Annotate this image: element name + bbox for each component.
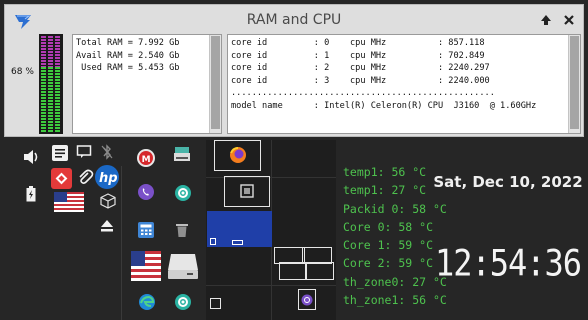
cpu-info-scrollbar[interactable] (568, 35, 580, 133)
ram-info-textbox[interactable]: Total RAM = 7.992 Gb Avail RAM = 2.540 Gb… (72, 34, 222, 134)
package-box-icon[interactable] (100, 193, 116, 209)
eject-icon[interactable] (100, 220, 114, 232)
gmail-icon[interactable]: M (137, 149, 155, 167)
scroll-thumb[interactable] (570, 36, 579, 129)
ram-info-text: Total RAM = 7.992 Gb Avail RAM = 2.540 Gb… (76, 37, 179, 75)
sensor-readings: temp1: 56 °C temp1: 27 °C Packid 0: 58 °C C… (343, 163, 447, 309)
cpu-info-line: core id : 1 cpu MHz : 702.849 (231, 50, 485, 61)
pager-active-workspace[interactable] (207, 211, 272, 247)
pager-window-ramcpu[interactable] (224, 176, 270, 207)
cpu-info-line: core id : 2 cpu MHz : 2240.297 (231, 63, 490, 73)
pager-mini-window (210, 238, 216, 245)
date-label: Sat, Dec 10, 2022 (433, 173, 583, 191)
launcher-divider (121, 166, 122, 320)
cpu-info-line: core id : 3 cpu MHz : 2240.000 (231, 75, 490, 86)
window-title: RAM and CPU (246, 12, 342, 28)
calculator-icon[interactable] (138, 222, 154, 238)
pager-window-viber[interactable] (298, 289, 316, 310)
sensor-line: th_zone0: 27 °C (343, 274, 447, 289)
pager-mini-window (232, 240, 243, 245)
ram-usage-bar (39, 34, 63, 134)
ram-info-line: Total RAM = 7.992 Gb (76, 38, 180, 48)
ram-bar-column (48, 36, 53, 132)
window-thumb-icon (240, 184, 254, 198)
close-x-icon (564, 15, 574, 25)
clock: 12:54:36 (434, 241, 582, 285)
ram-bar-column (55, 36, 60, 132)
svg-text:hp: hp (99, 171, 118, 186)
sensor-line: Packid 0: 58 °C (343, 201, 447, 216)
pager-window-firefox[interactable] (214, 140, 261, 171)
edge-browser-icon[interactable] (138, 293, 156, 311)
cpu-info-line: model name : Intel(R) Celeron(R) CPU J31… (231, 100, 537, 111)
cpu-info-line: core id : 0 cpu MHz : 857.118 (231, 38, 485, 48)
close-button[interactable] (560, 11, 578, 29)
notes-icon[interactable] (51, 144, 69, 162)
sensor-line: Core 2: 59 °C (343, 256, 434, 271)
firefox-icon (229, 146, 247, 164)
pager-window[interactable] (305, 262, 334, 280)
aperture-app-2-icon[interactable] (174, 293, 192, 311)
pager-window[interactable] (279, 262, 307, 280)
us-flag-large-icon[interactable] (131, 251, 161, 281)
ram-info-line: Avail RAM = 2.540 Gb (76, 50, 180, 61)
chat-icon[interactable] (76, 144, 92, 160)
sensor-line: th_zone1: 56 °C (343, 293, 447, 308)
ram-gauge-panel: 68 % (7, 34, 69, 134)
sensor-line: temp1: 27 °C (343, 183, 427, 198)
sensor-line: temp1: 56 °C (343, 165, 427, 179)
bluetooth-off-icon[interactable] (100, 144, 114, 160)
sensor-line: Core 0: 58 °C (343, 219, 434, 234)
battery-charging-icon[interactable] (26, 186, 36, 202)
title-bar[interactable]: RAM and CPU (5, 5, 583, 35)
up-arrow-icon (541, 15, 551, 25)
cpu-info-text: core id : 0 cpu MHz : 857.118 core id : 1… (231, 37, 536, 112)
viber-icon[interactable] (137, 183, 155, 201)
ram-cpu-window: RAM and CPU 68 % Total RAM = 7.992 Gb Ava… (4, 4, 584, 137)
svg-text:M: M (142, 155, 151, 165)
scanner-icon[interactable] (174, 146, 190, 164)
ram-bar-column (41, 36, 46, 132)
ram-percent-label: 68 % (11, 67, 34, 77)
maximize-button[interactable] (537, 11, 555, 29)
hp-logo-icon[interactable]: hp (95, 165, 119, 189)
ram-info-scrollbar[interactable] (209, 35, 221, 133)
ram-used-fill (55, 66, 60, 132)
anydesk-icon[interactable] (51, 168, 72, 189)
hard-drive-icon[interactable] (167, 252, 199, 280)
viber-icon (301, 294, 313, 306)
trash-icon[interactable] (175, 222, 189, 238)
pager-window[interactable] (210, 298, 221, 309)
aperture-app-icon[interactable] (174, 184, 192, 202)
cpu-info-line: ........................................… (231, 88, 495, 98)
paperclip-icon[interactable] (76, 168, 94, 186)
volume-icon[interactable] (22, 148, 40, 166)
ram-used-fill (48, 66, 53, 132)
ram-info-line: Used RAM = 5.453 Gb (76, 63, 180, 73)
us-flag-icon[interactable] (54, 192, 84, 212)
cpu-info-textbox[interactable]: core id : 0 cpu MHz : 857.118 core id : 1… (227, 34, 581, 134)
sensor-line: Core 1: 59 °C (343, 238, 434, 253)
scroll-thumb[interactable] (211, 36, 220, 129)
ram-used-fill (41, 66, 46, 132)
